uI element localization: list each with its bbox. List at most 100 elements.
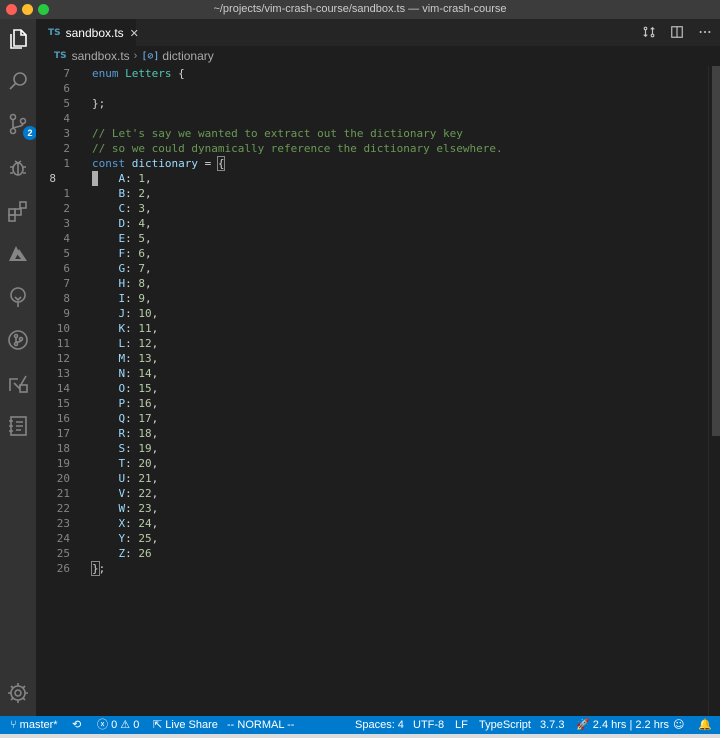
- code-token: {: [216, 156, 226, 171]
- code-line[interactable]: 13 N: 14,: [36, 366, 696, 381]
- tree-icon[interactable]: [6, 285, 30, 309]
- code-token: 1: [138, 172, 145, 185]
- indentation-status[interactable]: Spaces: 4: [355, 716, 404, 734]
- code-text: X: 24,: [92, 516, 159, 531]
- code-line[interactable]: 26};: [36, 561, 696, 576]
- open-changes-icon[interactable]: [642, 25, 656, 44]
- live-share-button[interactable]: ⇱ Live Share: [153, 716, 218, 734]
- code-token: ,: [151, 352, 159, 365]
- code-line[interactable]: 12 M: 13,: [36, 351, 696, 366]
- search-icon[interactable]: [6, 69, 30, 93]
- code-line[interactable]: 8 A: 1,: [36, 171, 696, 186]
- wakatime-status[interactable]: 🚀 2.4 hrs | 2.2 hrs: [576, 716, 669, 734]
- line-number: 4: [63, 232, 70, 245]
- code-line[interactable]: 4 E: 5,: [36, 231, 696, 246]
- code-token: 4: [138, 217, 145, 230]
- code-line[interactable]: 16 Q: 17,: [36, 411, 696, 426]
- code-line[interactable]: 5 F: 6,: [36, 246, 696, 261]
- code-token: 11: [138, 322, 152, 335]
- code-text: A: 1,: [92, 171, 152, 186]
- code-text: // so we could dynamically reference the…: [92, 141, 503, 156]
- breadcrumb-file[interactable]: sandbox.ts: [72, 49, 130, 63]
- code-editor[interactable]: 7 enum Letters {6 5}; 4 3// Let's say we wan…: [36, 66, 708, 716]
- encoding-status[interactable]: UTF-8: [413, 716, 444, 734]
- code-token: }: [91, 561, 100, 576]
- git-graph-icon[interactable]: [6, 328, 30, 352]
- problems-indicator[interactable]: ⓧ 0 ⚠ 0: [97, 716, 139, 734]
- azure-icon[interactable]: [6, 242, 30, 266]
- scrollbar-thumb[interactable]: [712, 66, 720, 436]
- more-actions-icon[interactable]: [698, 25, 712, 44]
- debug-icon[interactable]: [6, 155, 30, 179]
- code-line[interactable]: 22 W: 23,: [36, 501, 696, 516]
- line-number: 24: [56, 532, 70, 545]
- editor-scrollbar[interactable]: [708, 66, 720, 716]
- line-number: 1: [63, 157, 70, 170]
- warning-count: 0: [133, 719, 140, 731]
- sync-icon[interactable]: ⟲: [72, 716, 81, 734]
- notebook-icon[interactable]: [6, 414, 30, 438]
- code-token: :: [125, 502, 139, 515]
- code-token: :: [125, 277, 139, 290]
- code-line[interactable]: 2 // so we could dynamically reference th…: [36, 141, 696, 156]
- tab-sandbox-ts[interactable]: TS sandbox.ts ✕: [36, 19, 139, 46]
- code-line[interactable]: 11 L: 12,: [36, 336, 696, 351]
- code-line[interactable]: 6: [36, 81, 696, 96]
- code-line[interactable]: 18 S: 19,: [36, 441, 696, 456]
- code-line[interactable]: 10 K: 11,: [36, 321, 696, 336]
- code-line[interactable]: 5};: [36, 96, 696, 111]
- breadcrumb-symbol[interactable]: dictionary: [162, 49, 213, 63]
- code-line[interactable]: 1 B: 2,: [36, 186, 696, 201]
- files-icon[interactable]: [6, 27, 30, 51]
- code-token: :: [125, 172, 139, 185]
- code-token: enum: [92, 67, 126, 80]
- source-control-icon[interactable]: 2: [6, 112, 37, 140]
- error-count: 0: [111, 719, 118, 731]
- code-token: ,: [151, 367, 159, 380]
- code-token: :: [125, 547, 139, 560]
- code-line[interactable]: 15 P: 16,: [36, 396, 696, 411]
- code-token: 10: [138, 307, 152, 320]
- live-share-icon: ⇱: [153, 718, 163, 731]
- code-line[interactable]: 6 G: 7,: [36, 261, 696, 276]
- line-number: 9: [63, 307, 70, 320]
- code-line[interactable]: 25 Z: 26: [36, 546, 696, 561]
- remote-explorer-icon[interactable]: [6, 371, 30, 395]
- code-line[interactable]: 3 D: 4,: [36, 216, 696, 231]
- code-text: U: 21,: [92, 471, 159, 486]
- settings-gear-icon[interactable]: [6, 681, 30, 705]
- extensions-icon[interactable]: [6, 199, 30, 223]
- code-line[interactable]: 17 R: 18,: [36, 426, 696, 441]
- code-line[interactable]: 7 enum Letters {: [36, 66, 696, 81]
- code-line[interactable]: 23 X: 24,: [36, 516, 696, 531]
- branch-indicator[interactable]: ⑂ master*: [10, 716, 58, 734]
- eol-status[interactable]: LF: [455, 716, 468, 734]
- code-line[interactable]: 9 J: 10,: [36, 306, 696, 321]
- code-line[interactable]: 8 I: 9,: [36, 291, 696, 306]
- close-tab-icon[interactable]: ✕: [130, 27, 139, 40]
- feedback-icon[interactable]: ☺: [673, 716, 684, 734]
- code-line[interactable]: 24 Y: 25,: [36, 531, 696, 546]
- code-line[interactable]: 7 H: 8,: [36, 276, 696, 291]
- code-line[interactable]: 20 U: 21,: [36, 471, 696, 486]
- code-line[interactable]: 3 // Let's say we wanted to extract out t…: [36, 126, 696, 141]
- code-line[interactable]: 2 C: 3,: [36, 201, 696, 216]
- split-editor-icon[interactable]: [670, 25, 684, 44]
- code-token: 6: [138, 247, 145, 260]
- code-line[interactable]: 14 O: 15,: [36, 381, 696, 396]
- code-line[interactable]: 21 V: 22,: [36, 486, 696, 501]
- notifications-bell-icon[interactable]: 🔔: [698, 716, 712, 734]
- typescript-version[interactable]: 3.7.3: [540, 716, 564, 734]
- code-token: 26: [138, 547, 152, 560]
- code-line[interactable]: 19 T: 20,: [36, 456, 696, 471]
- code-token: 17: [138, 412, 152, 425]
- code-text: M: 13,: [92, 351, 159, 366]
- code-text: R: 18,: [92, 426, 159, 441]
- code-token: 5: [138, 232, 145, 245]
- code-line[interactable]: 1 const dictionary = {: [36, 156, 696, 171]
- language-mode[interactable]: TypeScript: [479, 716, 531, 734]
- code-line[interactable]: 4: [36, 111, 696, 126]
